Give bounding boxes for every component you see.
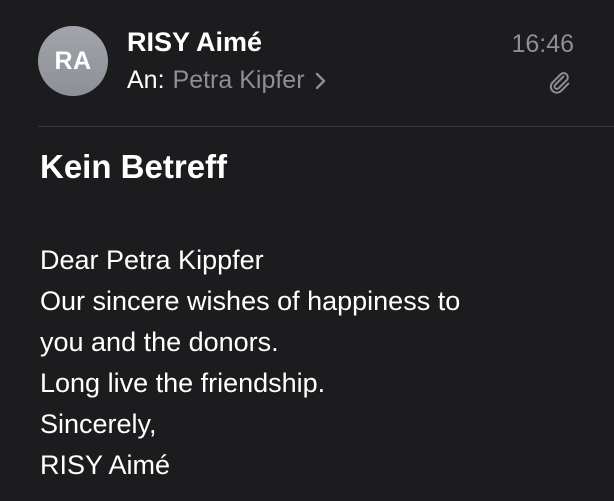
mail-header: RA RISY Aimé An: Petra Kipfer 16:46 [0, 0, 614, 126]
chevron-right-icon [315, 72, 325, 89]
message-body: Dear Petra Kippfer Our sincere wishes of… [40, 240, 600, 486]
body-line: RISY Aimé [40, 450, 171, 480]
recipient-name: Petra Kipfer [172, 66, 305, 94]
recipient-prefix: An: [127, 66, 165, 94]
paperclip-icon [549, 72, 570, 94]
sender-name[interactable]: RISY Aimé [127, 27, 262, 58]
header-divider [38, 126, 614, 127]
avatar-initials: RA [54, 46, 92, 75]
body-line: Dear Petra Kippfer [40, 245, 264, 275]
message-subject: Kein Betreff [40, 148, 228, 185]
avatar[interactable]: RA [38, 26, 108, 96]
body-line: Long live the friendship. [40, 368, 326, 398]
body-line: Our sincere wishes of happiness to [40, 286, 461, 316]
recipient-line[interactable]: An: Petra Kipfer [127, 66, 329, 95]
body-line: Sincerely, [40, 409, 157, 439]
timestamp: 16:46 [511, 30, 574, 58]
body-line: you and the donors. [40, 327, 279, 357]
